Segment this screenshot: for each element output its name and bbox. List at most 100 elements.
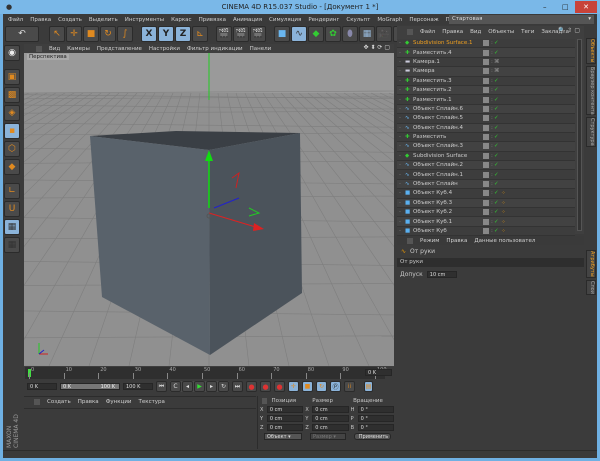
render-view-button[interactable]: 🎬 [216,26,232,42]
model-mode-button[interactable]: ▣ [4,69,20,85]
object-row[interactable]: - ■ Объект Куб.3: ✓ ⁘ [397,198,575,209]
check-icon[interactable]: ✓ [494,162,501,168]
axis-z-button[interactable]: Z [175,26,191,42]
spline-tool-button[interactable]: ∫ [117,26,133,42]
menu-item[interactable]: Выделить [89,17,118,23]
object-row[interactable]: - ◆ Subdivision Surface.1: ✓ [397,39,575,49]
object-name[interactable]: Объект Сплайн.3 [413,143,479,149]
object-name[interactable]: Разместить [413,134,479,140]
object-name[interactable]: Разместить.4 [413,50,479,56]
panel-tab[interactable]: Слои [586,279,596,295]
scale-tool-button[interactable]: ■ [83,26,99,42]
viewport-3d[interactable] [24,53,394,366]
layout-select[interactable]: Стартовая ▾ [449,15,594,24]
maximize-button[interactable]: □ [562,0,569,14]
coord-rot-field[interactable]: 0 ° [357,424,394,431]
panel-checkbox[interactable] [34,398,40,405]
size-mode-select[interactable]: Размер ▾ [310,433,346,440]
panel-checkbox[interactable] [407,28,413,35]
coord-size-field[interactable]: 0 cm [312,406,349,413]
panel-tab[interactable]: Браузер контента [586,65,596,116]
start-frame-field[interactable]: 0 K [27,383,57,390]
check-icon[interactable]: ✓ [494,200,501,206]
object-row[interactable]: - ✚ Разместить.1: ✓ [397,95,575,105]
prev-key-button[interactable]: C [170,381,181,392]
object-row[interactable]: - ▬ Камера: ⌘ [397,67,575,77]
menu-item[interactable]: Панели [250,46,272,52]
nurbs-button[interactable]: ◆ [308,26,324,42]
points-mode-button[interactable]: ▪ [4,123,20,139]
deformer-button[interactable]: ⬮ [342,26,358,42]
object-row[interactable]: - ✚ Разместить.3: ✓ [397,76,575,86]
workplane-mode-button[interactable]: ◈ [4,105,20,121]
panel-checkbox[interactable] [262,397,268,404]
material-area[interactable] [24,408,256,448]
check-icon[interactable]: ✓ [494,209,501,215]
check-icon[interactable]: ✓ [494,228,501,234]
phong-tag-icon[interactable]: ⁘ [501,190,506,196]
axis-y-button[interactable]: Y [158,26,174,42]
select-tool-button[interactable]: ↖ [49,26,65,42]
coord-pos-field[interactable]: 0 cm [266,406,304,413]
rotate-tool-button[interactable]: ↻ [100,26,116,42]
menu-item[interactable]: Камеры [67,46,90,52]
menu-item[interactable]: Правка [30,17,51,23]
object-row[interactable]: - ∿ Объект Сплайн.2: ✓ [397,161,575,171]
menu-item[interactable]: Теги [521,29,534,35]
axis-mode-button[interactable]: ∟ [4,183,20,199]
object-name[interactable]: Объект Сплайн [413,181,479,187]
object-name[interactable]: Subdivision Surface [413,153,479,159]
menu-item[interactable]: Правка [446,238,467,244]
panel-tab[interactable]: Объекты [586,38,596,64]
current-frame-field[interactable]: 0 K [365,369,392,376]
menu-item[interactable]: Файл [420,29,435,35]
menu-item[interactable]: Функции [106,399,132,405]
goto-start-button[interactable]: ⏮ [156,381,167,392]
coordinate-system-button[interactable]: ⊾ [192,26,208,42]
workplane-lock-button[interactable]: ▦ [4,219,20,235]
panel-checkbox[interactable] [407,237,413,244]
object-row[interactable]: - ✚ Разместить.4: ✓ [397,48,575,58]
timeline[interactable]: 0102030405060708090100 [25,367,387,379]
camera-tag-icon[interactable]: ⌘ [494,59,501,65]
check-icon[interactable]: ✓ [494,153,501,159]
prev-frame-button[interactable]: ◂ [182,381,193,392]
menu-item[interactable]: Вид [470,29,481,35]
check-icon[interactable]: ✓ [494,181,501,187]
check-icon[interactable]: ✓ [494,143,501,149]
object-row[interactable]: - ∿ Объект Сплайн.1: ✓ [397,170,575,180]
coord-size-field[interactable]: 0 cm [312,415,349,422]
close-button[interactable]: ✕ [575,1,597,13]
move-tool-button[interactable]: ✛ [66,26,82,42]
key-rotation-button[interactable]: ↻ [316,381,327,392]
object-name[interactable]: Объект Куб.3 [413,200,479,206]
check-icon[interactable]: ✓ [494,97,501,103]
check-icon[interactable]: ✓ [494,78,501,84]
menu-item[interactable]: Привязка [199,17,226,23]
object-row[interactable]: - ■ Объект Куб: ✓ ⁘ [397,226,575,237]
menu-item[interactable]: MoGraph [377,17,402,23]
next-frame-button[interactable]: ▸ [206,381,217,392]
coord-pos-field[interactable]: 0 cm [266,424,304,431]
phong-tag-icon[interactable]: ⁘ [501,209,506,215]
object-row[interactable]: - ∿ Объект Сплайн.5: ✓ [397,114,575,124]
check-icon[interactable]: ✓ [494,50,501,56]
render-picture-button[interactable]: 🎬 [233,26,249,42]
object-name[interactable]: Объект Куб.1 [413,219,479,225]
keyframe-selection-button[interactable]: ● [274,381,285,392]
check-icon[interactable]: ✓ [494,134,501,140]
menu-item[interactable]: Создать [58,17,82,23]
menu-item[interactable]: Представление [97,46,142,52]
menu-item[interactable]: Анимация [233,17,262,23]
play-button[interactable]: ▶ [194,381,205,392]
menu-item[interactable]: Правка [78,399,99,405]
object-name[interactable]: Разместить.1 [413,97,479,103]
object-name[interactable]: Объект Сплайн.4 [413,125,479,131]
texture-mode-button[interactable]: ▩ [4,87,20,103]
object-row[interactable]: - ◆ Subdivision Surface: ✓ [397,151,575,162]
key-pla-button[interactable]: ⁞⁞ [344,381,355,392]
minimize-button[interactable]: – [543,0,547,14]
make-editable-button[interactable]: ◉ [4,45,20,61]
object-row[interactable]: - ✚ Разместить.2: ✓ [397,85,575,96]
scene-button[interactable]: ▦ [359,26,375,42]
